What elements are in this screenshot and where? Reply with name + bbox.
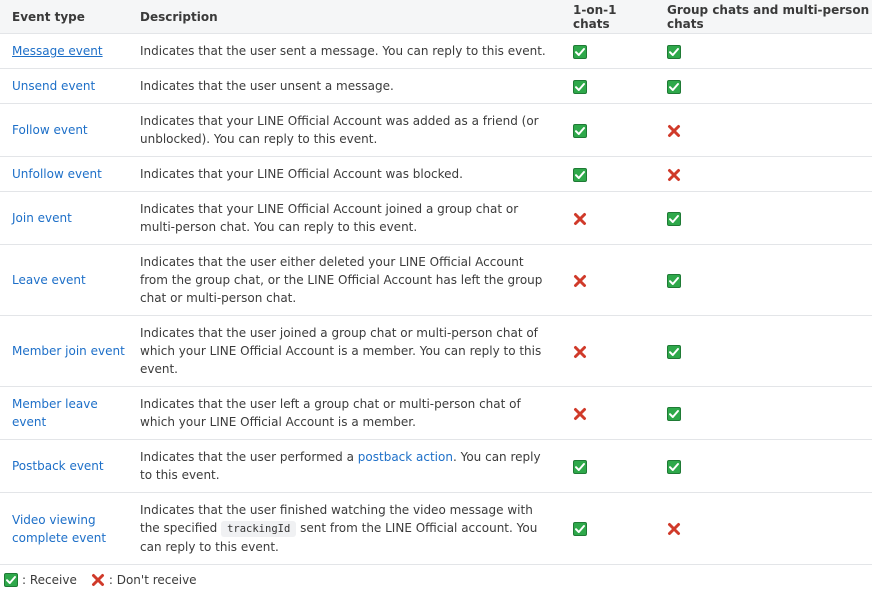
one-on-one-status (561, 492, 655, 565)
cross-icon (91, 573, 105, 587)
event-link[interactable]: Unsend event (12, 79, 95, 93)
check-icon (573, 79, 587, 94)
cross-icon (667, 124, 681, 138)
description-text: Indicates that your LINE Official Accoun… (140, 167, 463, 181)
check-icon (573, 44, 587, 59)
table-row: Join event Indicates that your LINE Offic… (0, 191, 872, 245)
header-event-type: Event type (0, 0, 128, 34)
event-link[interactable]: Message event (12, 44, 103, 58)
event-link[interactable]: Member join event (12, 344, 125, 358)
event-description: Indicates that your LINE Official Accoun… (128, 156, 561, 192)
event-link[interactable]: Follow event (12, 123, 88, 137)
table-row: Unfollow event Indicates that your LINE O… (0, 156, 872, 192)
description-text: Indicates that your LINE Official Accoun… (140, 202, 519, 234)
check-icon (667, 459, 681, 474)
event-description: Indicates that the user joined a group c… (128, 315, 561, 387)
group-status (655, 315, 872, 387)
description-text: Indicates that the user either deleted y… (140, 255, 543, 305)
group-status (655, 68, 872, 104)
description-text: Indicates that your LINE Official Accoun… (140, 114, 539, 146)
one-on-one-status (561, 439, 655, 493)
event-link[interactable]: Video viewing complete event (12, 513, 106, 545)
group-status (655, 103, 872, 157)
group-status (655, 439, 872, 493)
table-row: Video viewing complete event Indicates th… (0, 492, 872, 565)
cross-icon (667, 168, 681, 182)
description-text: Indicates that the user unsent a message… (140, 79, 394, 93)
event-description: Indicates that the user performed a post… (128, 439, 561, 493)
event-description: Indicates that the user finished watchin… (128, 492, 561, 565)
event-link[interactable]: Postback event (12, 459, 104, 473)
one-on-one-status (561, 386, 655, 440)
events-table: Event type Description 1-on-1 chats Grou… (0, 0, 872, 565)
check-icon (573, 167, 587, 182)
one-on-one-status (561, 244, 655, 316)
table-row: Follow event Indicates that your LINE Off… (0, 103, 872, 157)
table-row: Unsend event Indicates that the user unse… (0, 68, 872, 104)
header-group: Group chats and multi-person chats (655, 0, 872, 34)
event-description: Indicates that the user sent a message. … (128, 33, 561, 69)
table-row: Member leave event Indicates that the use… (0, 386, 872, 440)
check-icon (573, 459, 587, 474)
header-description: Description (128, 0, 561, 34)
event-description: Indicates that your LINE Official Accoun… (128, 191, 561, 245)
event-description: Indicates that your LINE Official Accoun… (128, 103, 561, 157)
one-on-one-status (561, 103, 655, 157)
check-icon (667, 273, 681, 288)
group-status (655, 191, 872, 245)
description-text: Indicates that the user sent a message. … (140, 44, 546, 58)
cross-icon (573, 274, 587, 288)
event-link[interactable]: Leave event (12, 273, 86, 287)
legend-receive: : Receive (22, 573, 77, 587)
check-icon (667, 44, 681, 59)
description-text: Indicates that the user joined a group c… (140, 326, 542, 376)
cross-icon (667, 522, 681, 536)
header-row: Event type Description 1-on-1 chats Grou… (0, 0, 872, 34)
cross-icon (573, 407, 587, 421)
check-icon (667, 344, 681, 359)
event-description: Indicates that the user left a group cha… (128, 386, 561, 440)
one-on-one-status (561, 315, 655, 387)
description-text: Indicates that the user performed a (140, 450, 358, 464)
group-status (655, 33, 872, 69)
event-link[interactable]: Member leave event (12, 397, 98, 429)
event-link[interactable]: Join event (12, 211, 72, 225)
legend: : Receive : Don't receive (0, 565, 872, 595)
table-row: Member join event Indicates that the user… (0, 315, 872, 387)
one-on-one-status (561, 68, 655, 104)
postback-action-link[interactable]: postback action (358, 450, 453, 464)
group-status (655, 386, 872, 440)
header-one-on-one: 1-on-1 chats (561, 0, 655, 34)
table-row: Leave event Indicates that the user eithe… (0, 244, 872, 316)
group-status (655, 156, 872, 192)
one-on-one-status (561, 33, 655, 69)
check-icon (667, 406, 681, 421)
event-link[interactable]: Unfollow event (12, 167, 102, 181)
group-status (655, 244, 872, 316)
event-description: Indicates that the user unsent a message… (128, 68, 561, 104)
one-on-one-status (561, 156, 655, 192)
table-row: Message event Indicates that the user sen… (0, 33, 872, 69)
cross-icon (573, 212, 587, 226)
legend-dont-receive: : Don't receive (108, 573, 197, 587)
one-on-one-status (561, 191, 655, 245)
group-status (655, 492, 872, 565)
check-icon (573, 123, 587, 138)
check-icon (573, 522, 587, 536)
event-description: Indicates that the user either deleted y… (128, 244, 561, 316)
table-row: Postback event Indicates that the user pe… (0, 439, 872, 493)
check-icon (667, 79, 681, 94)
description-text: Indicates that the user left a group cha… (140, 397, 521, 429)
check-icon (667, 211, 681, 226)
cross-icon (573, 345, 587, 359)
check-icon (4, 573, 18, 587)
